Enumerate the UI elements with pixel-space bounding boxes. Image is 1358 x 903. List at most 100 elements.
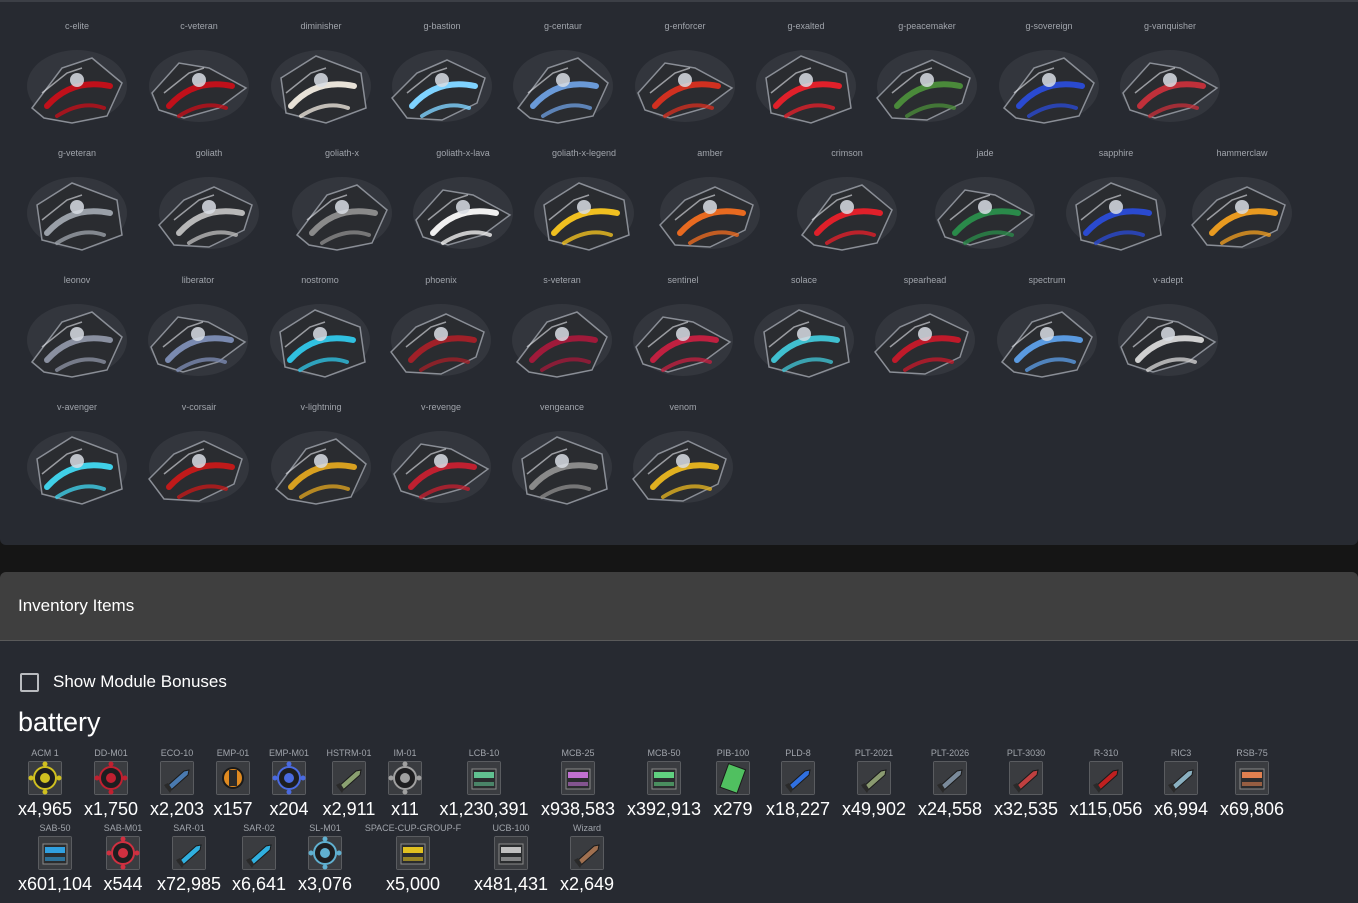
ship-g-exalted[interactable]: g-exalted [746, 20, 866, 130]
ship-name: spectrum [1028, 275, 1066, 285]
ship-name: goliath [195, 148, 223, 158]
ship-hammerclaw[interactable]: hammerclaw [1182, 147, 1302, 257]
rocket-icon [781, 761, 815, 795]
ship-phoenix[interactable]: phoenix [381, 274, 501, 384]
ship-image [265, 292, 375, 384]
battery-icon [716, 761, 750, 795]
ship-image [266, 419, 376, 511]
ship-image [386, 292, 496, 384]
ship-image [872, 38, 982, 130]
ship-vengeance[interactable]: vengeance [502, 401, 622, 511]
ship-image [630, 38, 740, 130]
ship-g-peacemaker[interactable]: g-peacemaker [867, 20, 987, 130]
item-name: PIB-100 [716, 748, 750, 758]
item-name: SAB-M01 [103, 823, 143, 833]
ship-g-centaur[interactable]: g-centaur [503, 20, 623, 130]
inventory-item[interactable]: MCB-25 x938,583 [528, 748, 628, 819]
ship-image [266, 38, 376, 130]
ship-image [143, 292, 253, 384]
ship-name: crimson [831, 148, 863, 158]
ship-g-bastion[interactable]: g-bastion [382, 20, 502, 130]
ammo-box-icon [561, 761, 595, 795]
ship-name: v-revenge [420, 402, 462, 412]
ship-image [508, 38, 618, 130]
item-count: x18,227 [765, 799, 831, 819]
ship-name: sapphire [1098, 148, 1134, 158]
ship-v-revenge[interactable]: v-revenge [381, 401, 501, 511]
show-module-bonuses-checkbox[interactable] [20, 672, 39, 692]
ship-v-lightning[interactable]: v-lightning [261, 401, 381, 511]
item-name: IM-01 [393, 748, 417, 758]
ship-sentinel[interactable]: sentinel [623, 274, 743, 384]
ship-s-veteran[interactable]: s-veteran [502, 274, 622, 384]
ship-spectrum[interactable]: spectrum [987, 274, 1107, 384]
item-count: x544 [103, 874, 143, 894]
ship-c-veteran[interactable]: c-veteran [139, 20, 259, 130]
ship-diminisher[interactable]: diminisher [261, 20, 381, 130]
ship-name: spearhead [903, 275, 947, 285]
ship-name: phoenix [425, 275, 457, 285]
ammo-box-icon [38, 836, 72, 870]
rocket-icon [570, 836, 604, 870]
section-title: battery [18, 707, 101, 737]
ammo-box-icon [1235, 761, 1269, 795]
ship-solace[interactable]: solace [744, 274, 864, 384]
item-count: x24,558 [917, 799, 983, 819]
ship-name: v-lightning [300, 402, 342, 412]
ship-name: g-peacemaker [898, 21, 956, 31]
ship-spearhead[interactable]: spearhead [865, 274, 985, 384]
ship-crimson[interactable]: crimson [787, 147, 907, 257]
ship-venom[interactable]: venom [623, 401, 743, 511]
ship-goliath-x[interactable]: goliath-x [282, 147, 402, 257]
ammo-box-icon [467, 761, 501, 795]
ship-image [749, 292, 859, 384]
ship-g-veteran[interactable]: g-veteran [17, 147, 137, 257]
ship-goliath[interactable]: goliath [149, 147, 269, 257]
ship-name: jade [976, 148, 994, 158]
inventory-item[interactable]: SPACE-CUP-GROUP-F x5,000 [363, 823, 463, 894]
ship-g-enforcer[interactable]: g-enforcer [625, 20, 745, 130]
ship-g-vanquisher[interactable]: g-vanquisher [1110, 20, 1230, 130]
ship-name: liberator [181, 275, 215, 285]
ship-goliath-x-lava[interactable]: goliath-x-lava [403, 147, 523, 257]
ship-image [22, 292, 132, 384]
ship-v-adept[interactable]: v-adept [1108, 274, 1228, 384]
ship-g-sovereign[interactable]: g-sovereign [989, 20, 1109, 130]
ship-nostromo[interactable]: nostromo [260, 274, 380, 384]
show-module-bonuses-toggle[interactable]: Show Module Bonuses [20, 672, 227, 692]
ship-name: v-adept [1152, 275, 1184, 285]
inventory-item[interactable]: Wizard x2,649 [537, 823, 637, 894]
ship-jade[interactable]: jade [925, 147, 1045, 257]
item-name: PLT-2021 [854, 748, 894, 758]
ship-v-avenger[interactable]: v-avenger [17, 401, 137, 511]
ship-image [386, 419, 496, 511]
ship-name: c-veteran [180, 21, 218, 31]
ship-goliath-x-legend[interactable]: goliath-x-legend [524, 147, 644, 257]
item-name: UCB-100 [492, 823, 530, 833]
ship-name: goliath-x [324, 148, 360, 158]
item-count: x279 [713, 799, 753, 819]
ammo-box-icon [647, 761, 681, 795]
ship-image [387, 38, 497, 130]
ship-image [628, 419, 738, 511]
rocket-icon [1089, 761, 1123, 795]
ship-name: v-avenger [56, 402, 98, 412]
item-name: PLT-3030 [1006, 748, 1046, 758]
item-name: SAB-50 [39, 823, 71, 833]
ship-image [144, 38, 254, 130]
ship-v-corsair[interactable]: v-corsair [139, 401, 259, 511]
ship-leonov[interactable]: leonov [17, 274, 137, 384]
ship-amber[interactable]: amber [650, 147, 770, 257]
ship-sapphire[interactable]: sapphire [1056, 147, 1176, 257]
ship-image [870, 292, 980, 384]
mine-icon [308, 836, 342, 870]
inventory-item[interactable]: RSB-75 x69,806 [1202, 748, 1302, 819]
inventory-item[interactable]: LCB-10 x1,230,391 [434, 748, 534, 819]
inventory-item[interactable]: SL-M01 x3,076 [275, 823, 375, 894]
ship-image [1187, 165, 1297, 257]
ship-image [287, 165, 397, 257]
ship-liberator[interactable]: liberator [138, 274, 258, 384]
item-name: SAR-02 [243, 823, 275, 833]
item-name: Wizard [572, 823, 601, 833]
ship-c-elite[interactable]: c-elite [17, 20, 137, 130]
